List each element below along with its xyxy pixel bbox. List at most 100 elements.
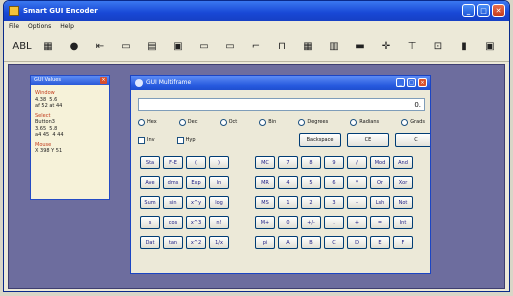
- panel-icon[interactable]: ▣: [168, 39, 188, 54]
- text-icon[interactable]: ABL: [12, 39, 32, 54]
- calc-key[interactable]: And: [393, 156, 413, 169]
- calc-key[interactable]: +: [347, 216, 367, 229]
- calc-key[interactable]: MC: [255, 156, 275, 169]
- corner-icon[interactable]: ⌐: [246, 39, 266, 54]
- window-icon[interactable]: ▣: [480, 39, 500, 54]
- radio-bin[interactable]: Bin: [259, 117, 276, 128]
- calc-key[interactable]: D: [347, 236, 367, 249]
- calc-key[interactable]: Xor: [393, 176, 413, 189]
- calc-key[interactable]: +/-: [301, 216, 321, 229]
- calc-key[interactable]: s: [140, 216, 160, 229]
- checkbox-inv[interactable]: Inv: [138, 136, 155, 145]
- calc-key[interactable]: Ave: [140, 176, 160, 189]
- panel-title-bar[interactable]: GUI Values ×: [31, 76, 109, 85]
- calc-key[interactable]: -: [347, 196, 367, 209]
- textbox-icon[interactable]: ▭: [220, 39, 240, 54]
- grid-icon[interactable]: ▦: [38, 39, 58, 54]
- calc-key[interactable]: x^3: [186, 216, 206, 229]
- calc-key[interactable]: Dat: [140, 236, 160, 249]
- calc-key[interactable]: x^y: [186, 196, 206, 209]
- clear-entry-button[interactable]: CE: [347, 133, 389, 147]
- cross-icon[interactable]: ✛: [376, 39, 396, 54]
- dot-icon[interactable]: ●: [64, 39, 84, 54]
- calc-key[interactable]: Sum: [140, 196, 160, 209]
- calc-key[interactable]: M+: [255, 216, 275, 229]
- radio-degrees[interactable]: Degrees: [298, 117, 328, 128]
- minimize-button[interactable]: _: [462, 4, 475, 17]
- calc-key[interactable]: ln: [209, 176, 229, 189]
- calc-key[interactable]: Lsh: [370, 196, 390, 209]
- radio-radians[interactable]: Radians: [350, 117, 379, 128]
- calc-maximize-button[interactable]: □: [407, 78, 416, 87]
- align-icon[interactable]: ⇤: [90, 39, 110, 54]
- calc-key[interactable]: Int: [393, 216, 413, 229]
- bar-icon[interactable]: ▬: [350, 39, 370, 54]
- maximize-button[interactable]: □: [477, 4, 490, 17]
- calc-key[interactable]: F-E: [163, 156, 183, 169]
- calc-key[interactable]: Exp: [186, 176, 206, 189]
- calc-close-button[interactable]: ×: [418, 78, 427, 87]
- calc-key[interactable]: =: [370, 216, 390, 229]
- calc-key[interactable]: Not: [393, 196, 413, 209]
- frame-icon[interactable]: ▭: [116, 39, 136, 54]
- calc-key[interactable]: (: [186, 156, 206, 169]
- calc-key[interactable]: 2: [301, 196, 321, 209]
- title-bar[interactable]: Smart GUI Encoder _ □ ✕: [4, 1, 509, 21]
- menu-file[interactable]: File: [9, 21, 19, 32]
- table-icon[interactable]: ▦: [298, 39, 318, 54]
- calc-key[interactable]: 1: [278, 196, 298, 209]
- calc-key[interactable]: *: [347, 176, 367, 189]
- calc-key[interactable]: x^2: [186, 236, 206, 249]
- calc-key[interactable]: 5: [301, 176, 321, 189]
- calc-key[interactable]: 0: [278, 216, 298, 229]
- calc-key[interactable]: C: [324, 236, 344, 249]
- calc-key[interactable]: ): [209, 156, 229, 169]
- menu-options[interactable]: Options: [28, 21, 51, 32]
- calc-key[interactable]: B: [301, 236, 321, 249]
- calc-key[interactable]: 8: [301, 156, 321, 169]
- button-icon[interactable]: ▭: [194, 39, 214, 54]
- calculator-title-bar[interactable]: GUI Multiframe _ □ ×: [131, 76, 430, 90]
- radio-grads[interactable]: Grads: [401, 117, 425, 128]
- box-icon[interactable]: ⊡: [428, 39, 448, 54]
- radio-dec[interactable]: Dec: [178, 117, 197, 128]
- calc-key[interactable]: dms: [163, 176, 183, 189]
- calc-key[interactable]: E: [370, 236, 390, 249]
- calc-key[interactable]: cos: [163, 216, 183, 229]
- calc-key[interactable]: MR: [255, 176, 275, 189]
- checkbox-hyp[interactable]: Hyp: [176, 136, 196, 145]
- calc-key[interactable]: A: [278, 236, 298, 249]
- calc-key[interactable]: 7: [278, 156, 298, 169]
- columns-icon[interactable]: ▥: [324, 39, 344, 54]
- close-button[interactable]: ✕: [492, 4, 505, 17]
- split-icon[interactable]: ⊤: [402, 39, 422, 54]
- menu-help[interactable]: Help: [60, 21, 74, 32]
- calc-key[interactable]: 9: [324, 156, 344, 169]
- calc-key[interactable]: 4: [278, 176, 298, 189]
- calc-key[interactable]: tan: [163, 236, 183, 249]
- calc-key[interactable]: 1/x: [209, 236, 229, 249]
- clear-button[interactable]: C: [395, 133, 430, 147]
- radio-hex[interactable]: Hex: [138, 117, 157, 128]
- calculator-display[interactable]: 0.: [138, 98, 425, 111]
- calc-key[interactable]: Sta: [140, 156, 160, 169]
- calc-key[interactable]: sin: [163, 196, 183, 209]
- calc-key[interactable]: MS: [255, 196, 275, 209]
- slider-icon[interactable]: ▮: [454, 39, 474, 54]
- calc-key[interactable]: .: [324, 216, 344, 229]
- calc-key[interactable]: pi: [255, 236, 275, 249]
- bracket-icon[interactable]: ⊓: [272, 39, 292, 54]
- calc-key[interactable]: log: [209, 196, 229, 209]
- calc-key[interactable]: n!: [209, 216, 229, 229]
- panel-close-icon[interactable]: ×: [100, 77, 107, 84]
- calc-key[interactable]: 3: [324, 196, 344, 209]
- radio-oct[interactable]: Oct: [219, 117, 237, 128]
- calc-minimize-button[interactable]: _: [396, 78, 405, 87]
- calc-key[interactable]: /: [347, 156, 367, 169]
- calc-key[interactable]: 6: [324, 176, 344, 189]
- list-icon[interactable]: ▤: [142, 39, 162, 54]
- calc-key[interactable]: Or: [370, 176, 390, 189]
- calc-key[interactable]: F: [393, 236, 413, 249]
- backspace-button[interactable]: Backspace: [299, 133, 341, 147]
- calc-key[interactable]: Mod: [370, 156, 390, 169]
